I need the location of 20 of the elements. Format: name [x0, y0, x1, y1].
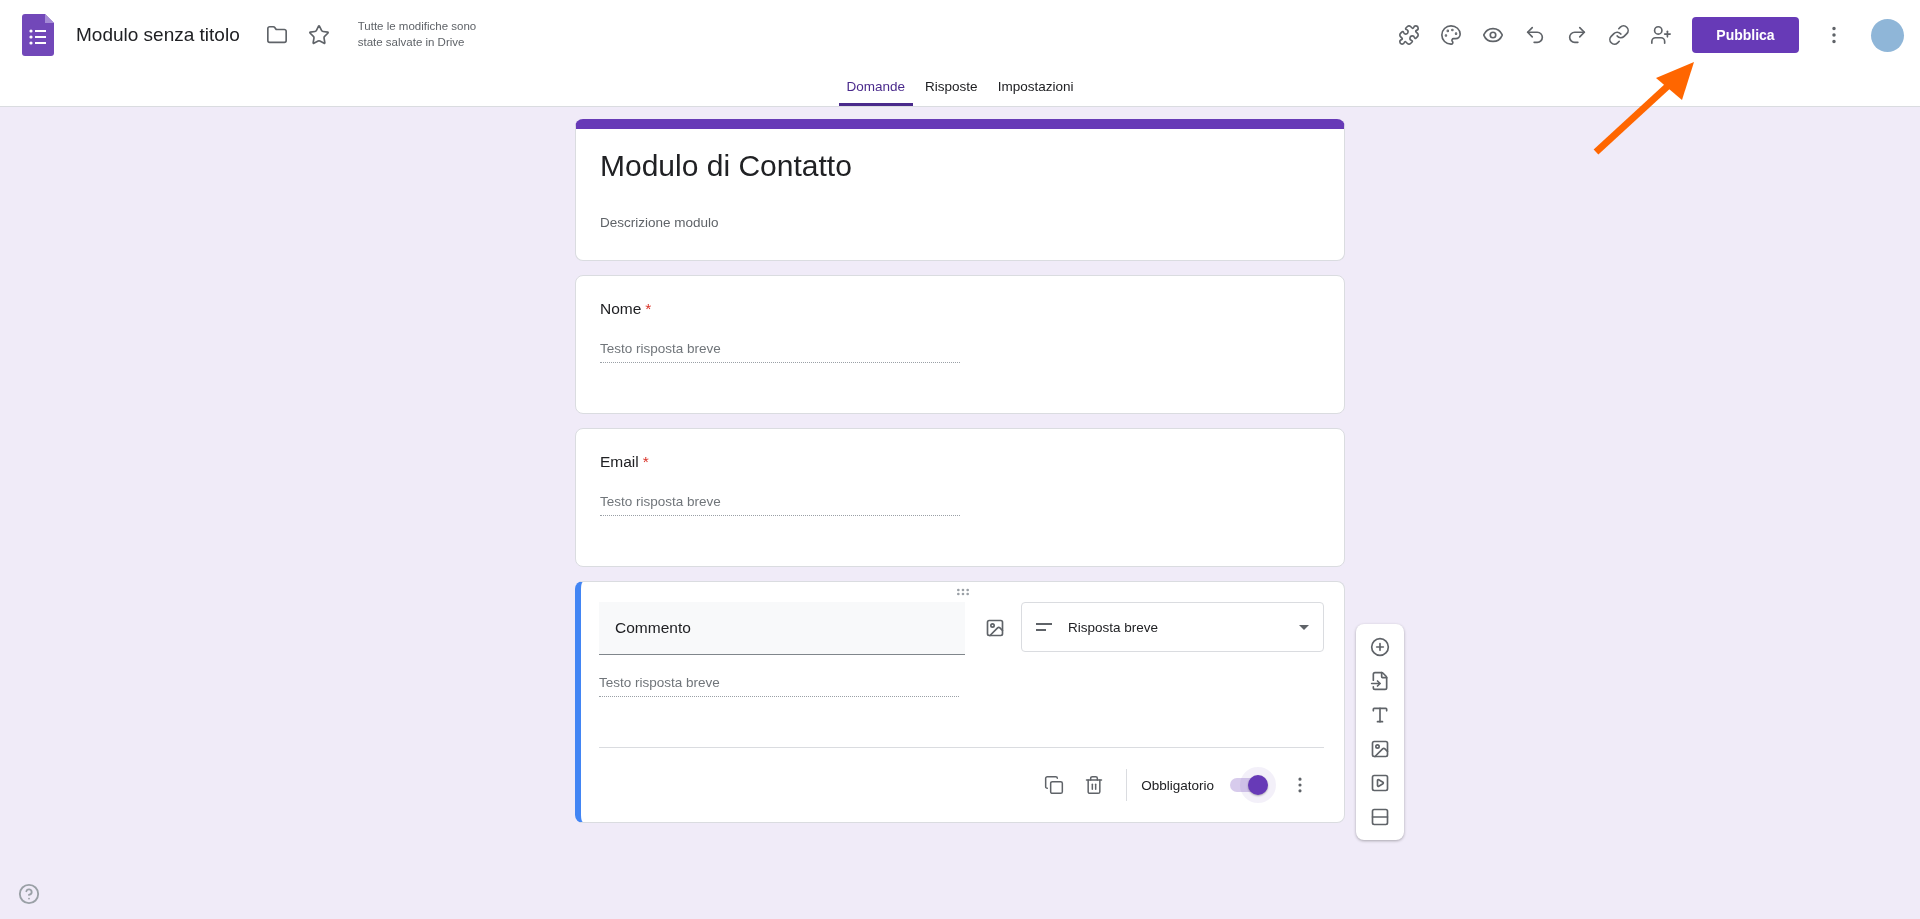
tab[interactable]: Domande: [838, 70, 914, 106]
form-description[interactable]: Descrizione modulo: [600, 215, 1320, 230]
answer-field: Testo risposta breve: [600, 341, 960, 363]
answer-field: Testo risposta breve: [600, 494, 960, 516]
caret-icon: [1299, 624, 1309, 630]
form-title[interactable]: Modulo di Contatto: [600, 149, 1320, 183]
question-input[interactable]: Commento: [599, 602, 965, 655]
publish-button[interactable]: Pubblica: [1692, 17, 1799, 53]
question-label: Nome *: [600, 300, 653, 318]
question-type-dropdown[interactable]: Risposta breve: [1021, 602, 1324, 652]
answer-field: Testo risposta breve: [599, 675, 959, 697]
tab[interactable]: Risposte: [917, 70, 986, 106]
document-title[interactable]: Modulo senza titolo: [76, 24, 240, 46]
required-label: Obbligatorio: [1141, 777, 1214, 793]
question-label: Email *: [600, 453, 650, 471]
tab[interactable]: Impostazioni: [989, 70, 1082, 106]
short-text-icon: [1036, 621, 1054, 633]
question-type: Risposta breve: [1068, 619, 1160, 635]
save-status: Tutte le modifiche sono state salvate in Drive: [357, 19, 478, 50]
forms-logo-icon[interactable]: [22, 14, 54, 56]
